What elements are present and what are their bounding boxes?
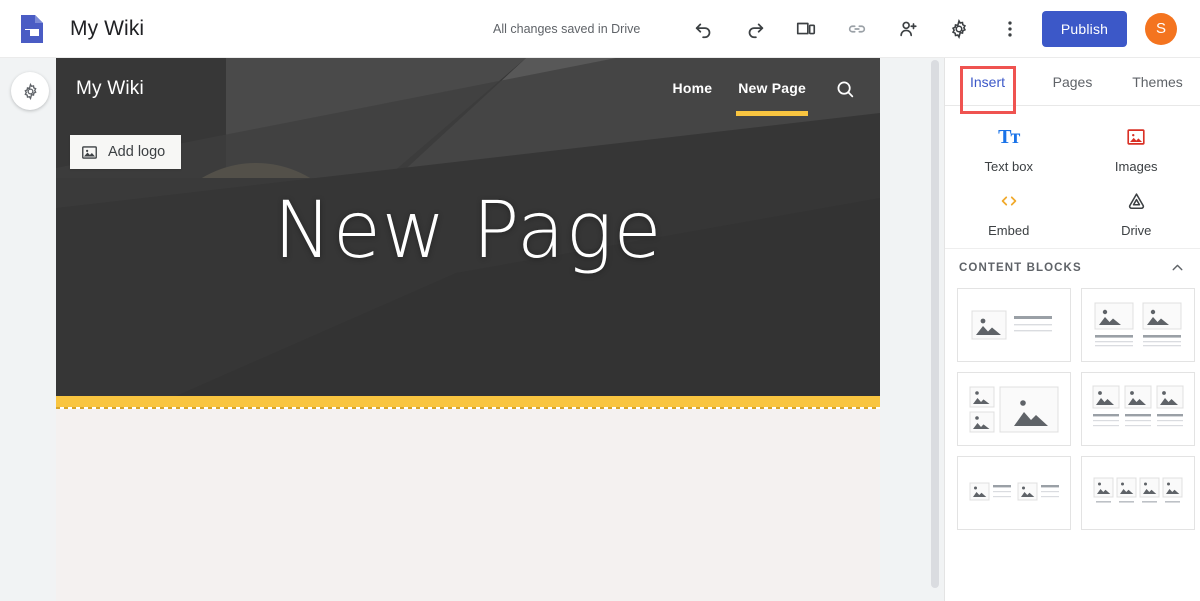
tab-insert[interactable]: Insert [945, 58, 1030, 106]
insert-images-button[interactable]: Images [1073, 124, 1200, 174]
undo-icon [693, 18, 715, 40]
gear-icon [948, 18, 970, 40]
left-rail [0, 58, 56, 601]
site-canvas: My Wiki Home New Page Add [56, 58, 944, 601]
block-two-small-images-one-large[interactable] [957, 372, 1071, 446]
site-nav: My Wiki Home New Page [56, 58, 880, 120]
image-icon [80, 143, 99, 162]
gear-icon [21, 82, 40, 101]
text-box-icon: Tт [998, 124, 1019, 150]
block-two-image-text-pairs[interactable] [957, 456, 1071, 530]
content-blocks-title: CONTENT BLOCKS [959, 262, 1082, 274]
publish-button[interactable]: Publish [1042, 11, 1127, 47]
person-add-icon [897, 18, 919, 40]
site-preview: My Wiki Home New Page Add [56, 58, 880, 601]
preview-button[interactable] [786, 9, 826, 49]
insert-text-box-label: Text box [985, 159, 1033, 174]
search-icon [834, 78, 856, 100]
avatar[interactable]: S [1145, 13, 1177, 45]
copy-link-button[interactable] [837, 9, 877, 49]
insert-embed-label: Embed [988, 223, 1029, 238]
tab-themes[interactable]: Themes [1115, 58, 1200, 106]
page-title[interactable]: New Page [56, 186, 880, 276]
insert-drive-label: Drive [1121, 223, 1151, 238]
insert-text-box-button[interactable]: Tт Text box [945, 124, 1073, 174]
insert-embed-button[interactable]: Embed [945, 188, 1073, 238]
nav-link-new-page[interactable]: New Page [738, 80, 806, 98]
site-banner[interactable]: My Wiki Home New Page Add [56, 58, 880, 396]
preview-device-icon [795, 18, 817, 40]
add-logo-button[interactable]: Add logo [70, 135, 181, 169]
chevron-up-icon[interactable] [1169, 259, 1186, 276]
page-body-area[interactable] [56, 409, 880, 601]
insert-panel: Insert Pages Themes Tт Text box Images [944, 58, 1200, 601]
add-logo-label: Add logo [108, 144, 165, 160]
site-nav-title[interactable]: My Wiki [76, 78, 144, 100]
content-blocks-header[interactable]: CONTENT BLOCKS [945, 248, 1200, 284]
site-nav-links: Home New Page [647, 78, 856, 100]
undo-button[interactable] [684, 9, 724, 49]
embed-code-icon [997, 190, 1021, 212]
google-sites-logo-icon[interactable] [16, 13, 48, 45]
block-image-left-text-right[interactable] [957, 288, 1071, 362]
insert-actions: Tт Text box Images Embed [945, 106, 1200, 248]
block-four-images-row[interactable] [1081, 456, 1195, 530]
content-blocks-grid [945, 284, 1200, 542]
tab-pages[interactable]: Pages [1030, 58, 1115, 106]
insert-images-label: Images [1115, 159, 1158, 174]
app-bar: My Wiki All changes saved in Drive [0, 0, 1200, 58]
settings-button[interactable] [939, 9, 979, 49]
page-settings-button[interactable] [11, 72, 49, 110]
more-vert-icon [999, 18, 1021, 40]
accent-divider [56, 396, 880, 407]
site-search-button[interactable] [834, 78, 856, 100]
redo-button[interactable] [735, 9, 775, 49]
nav-link-home[interactable]: Home [673, 80, 713, 98]
more-options-button[interactable] [990, 9, 1030, 49]
share-button[interactable] [888, 9, 928, 49]
canvas-scrollbar[interactable] [930, 58, 940, 601]
google-drive-icon [1125, 190, 1148, 212]
link-icon [846, 18, 868, 40]
images-icon [1125, 126, 1147, 148]
redo-icon [744, 18, 766, 40]
panel-tabs: Insert Pages Themes [945, 58, 1200, 106]
block-two-images-with-captions[interactable] [1081, 288, 1195, 362]
site-title[interactable]: My Wiki [70, 17, 144, 41]
save-status: All changes saved in Drive [493, 22, 640, 36]
insert-drive-button[interactable]: Drive [1073, 188, 1200, 238]
block-three-images-with-text[interactable] [1081, 372, 1195, 446]
toolbar-icons [684, 9, 1030, 49]
